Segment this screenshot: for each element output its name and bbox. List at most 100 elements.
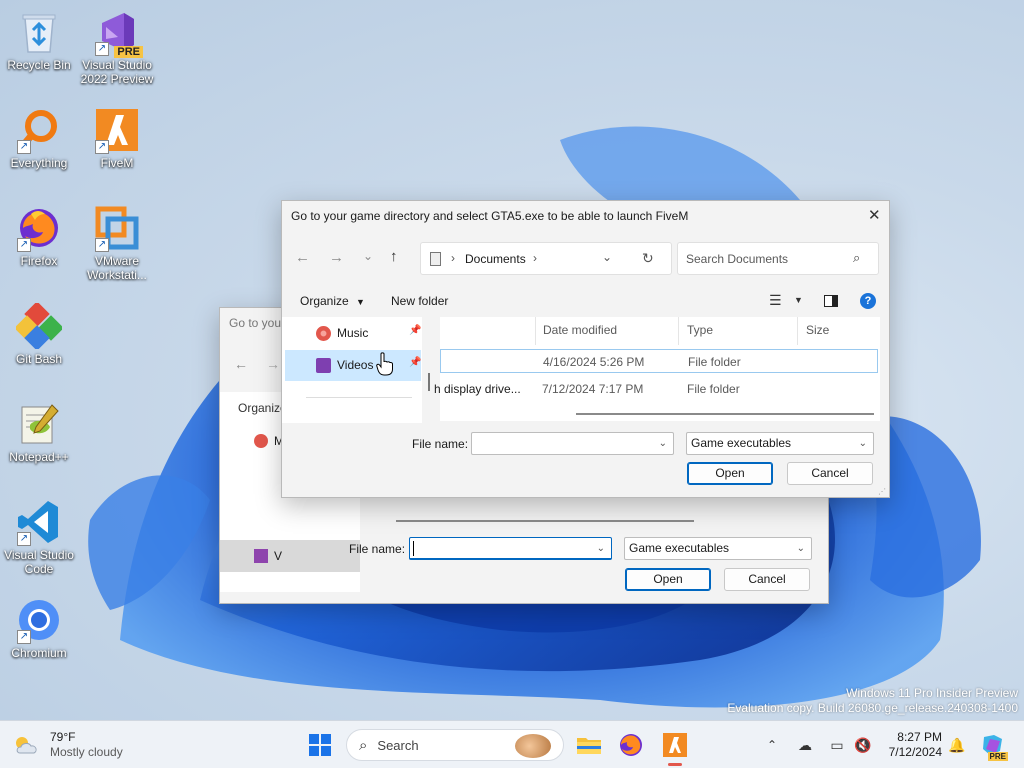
desktop-icon-vscode[interactable]: ↗ Visual Studio Code [0,498,78,576]
pin-icon[interactable]: 📌 [409,325,421,336]
git-bash-icon [15,302,63,350]
recent-locations-chevron-icon[interactable]: ⌄ [363,249,373,263]
nav-back-icon[interactable]: ← [295,249,310,266]
close-icon[interactable]: ✕ [868,206,881,224]
row-date-modified: 7/12/2024 7:17 PM [542,382,644,396]
back-nav-forward-icon[interactable]: → [266,356,280,372]
clock-time: 8:27 PM [897,730,942,744]
table-row[interactable]: 4/16/2024 5:26 PM File folder [440,349,878,373]
weather-temperature: 79°F [50,730,76,744]
desktop-icon-notepadpp[interactable]: Notepad++ [0,400,78,464]
cloudy-weather-icon [16,737,37,754]
clock-date: 7/12/2024 [888,745,942,759]
column-header-size[interactable]: Size [806,323,829,337]
nav-up-icon[interactable]: ↑ [390,248,398,265]
back-file-name-input[interactable]: ⌄ [409,537,612,560]
organize-button[interactable]: Organize ▼ [300,294,365,308]
network-offline-icon[interactable]: ☁ [794,729,816,761]
notifications-bell-icon[interactable]: 🔔 [948,729,966,761]
back-nav-back-icon[interactable]: ← [234,356,248,372]
start-button[interactable] [306,729,334,761]
watermark-line-edition: Windows 11 Pro Insider Preview [846,686,1018,700]
navigation-pane[interactable]: Music 📌 Videos 📌 [282,317,430,423]
file-name-label: File name: [412,437,469,451]
back-cancel-button[interactable]: Cancel [724,568,810,591]
shortcut-arrow-icon: ↗ [17,532,31,546]
desktop-icon-everything[interactable]: ↗ Everything [0,106,78,170]
column-header-date-modified[interactable]: Date modified [543,323,617,337]
nav-pane-scrollbar[interactable] [428,373,430,391]
desktop-icon-vmware[interactable]: ↗ VMware Workstati... [78,204,156,282]
hand-cursor-icon [376,352,393,376]
desktop-icon-visual-studio-preview[interactable]: PRE ↗ Visual Studio 2022 Preview [78,8,156,86]
chevron-down-icon: ⌄ [796,543,805,554]
pin-icon[interactable]: 📌 [409,357,421,368]
file-name-input[interactable]: ⌄ [471,432,674,455]
chevron-down-icon[interactable]: ⌄ [659,433,667,454]
column-header-type[interactable]: Type [687,323,713,337]
search-box[interactable]: Search Documents ⌕ [677,242,879,275]
resize-grip-icon[interactable]: ⋰ [878,487,886,496]
shortcut-arrow-icon: ↗ [95,140,109,154]
nav-item-label: Music [337,326,369,340]
music-icon [316,326,331,341]
address-history-chevron-icon[interactable]: ⌄ [602,250,612,264]
file-type-value: Game executables [691,436,792,450]
desktop-icon-firefox[interactable]: ↗ Firefox [0,204,78,268]
taskbar-firefox[interactable] [616,729,646,761]
desktop-icon-fivem[interactable]: ↗ FiveM [78,106,156,170]
cancel-button[interactable]: Cancel [787,462,873,485]
file-open-dialog[interactable]: Go to your game directory and select GTA… [281,200,890,498]
column-separator [797,317,798,345]
chevron-down-icon[interactable]: ▼ [794,295,803,305]
weather-widget[interactable]: 79°F Mostly cloudy [12,729,132,761]
back-horizontal-scrollbar[interactable] [396,520,694,522]
new-folder-button[interactable]: New folder [391,294,448,308]
display-icon[interactable]: ▭ [826,729,848,761]
back-open-button[interactable]: Open [625,568,711,591]
back-organize-button[interactable]: Organize [238,401,287,415]
desktop-icon-label: Visual Studio Code [4,548,74,576]
row-date-modified: 4/16/2024 5:26 PM [543,355,645,369]
desktop-icon-chromium[interactable]: ↗ Chromium [0,596,78,660]
address-bar[interactable]: › Documents › ⌄ ↻ [420,242,672,275]
copilot-preview-button[interactable]: PRE [978,729,1008,761]
taskbar-file-explorer[interactable] [574,729,604,761]
preview-pane-icon[interactable] [824,295,838,307]
table-row[interactable]: h display drive... 7/12/2024 7:17 PM Fil… [434,377,878,401]
nav-item-music[interactable]: Music 📌 [285,318,421,348]
shortcut-arrow-icon: ↗ [17,238,31,252]
file-list[interactable]: Date modified Type Size 4/16/2024 5:26 P… [434,317,880,421]
back-file-type-value: Game executables [629,541,730,555]
documents-icon [430,252,441,266]
speaker-muted-icon[interactable]: 🔇 [852,729,874,761]
breadcrumb-chevron-icon[interactable]: › [533,251,537,265]
evaluation-watermark: Windows 11 Pro Insider Preview Evaluatio… [727,686,1018,716]
organize-label: Organize [300,294,349,308]
clock[interactable]: 8:27 PM 7/12/2024 [880,729,942,761]
view-options-icon[interactable]: ☰ [769,292,782,309]
taskbar-fivem[interactable] [660,729,690,766]
desktop-icon-git-bash[interactable]: Git Bash [0,302,78,366]
chevron-down-icon[interactable]: ⌄ [597,538,605,559]
search-input[interactable]: Search Documents [686,252,788,266]
horizontal-scrollbar[interactable] [576,413,874,415]
videos-icon [316,358,331,373]
show-hidden-icons-chevron-icon[interactable]: ⌃ [764,729,780,761]
desktop-icon-recycle-bin[interactable]: Recycle Bin [0,8,78,72]
file-type-select[interactable]: Game executables ⌄ [686,432,874,455]
nav-item-videos[interactable]: Videos 📌 [285,350,421,381]
help-icon[interactable]: ? [860,293,876,309]
taskbar-search-box[interactable]: ⌕ Search [346,729,564,761]
nav-forward-icon[interactable]: → [329,249,344,266]
desktop-icon-label: Notepad++ [9,450,69,464]
back-nav-item-videos[interactable]: V [220,540,360,572]
breadcrumb-documents[interactable]: Documents [465,252,526,266]
nav-pane-divider [306,397,412,398]
taskbar: 79°F Mostly cloudy ⌕ Search ⌃ ☁ ▭ 🔇 8:27… [0,720,1024,768]
breadcrumb-separator-icon[interactable]: › [451,251,455,265]
back-file-type-select[interactable]: Game executables ⌄ [624,537,812,560]
refresh-icon[interactable]: ↻ [642,250,654,267]
open-button[interactable]: Open [687,462,773,485]
dialog-title: Go to your game directory and select GTA… [291,209,689,223]
